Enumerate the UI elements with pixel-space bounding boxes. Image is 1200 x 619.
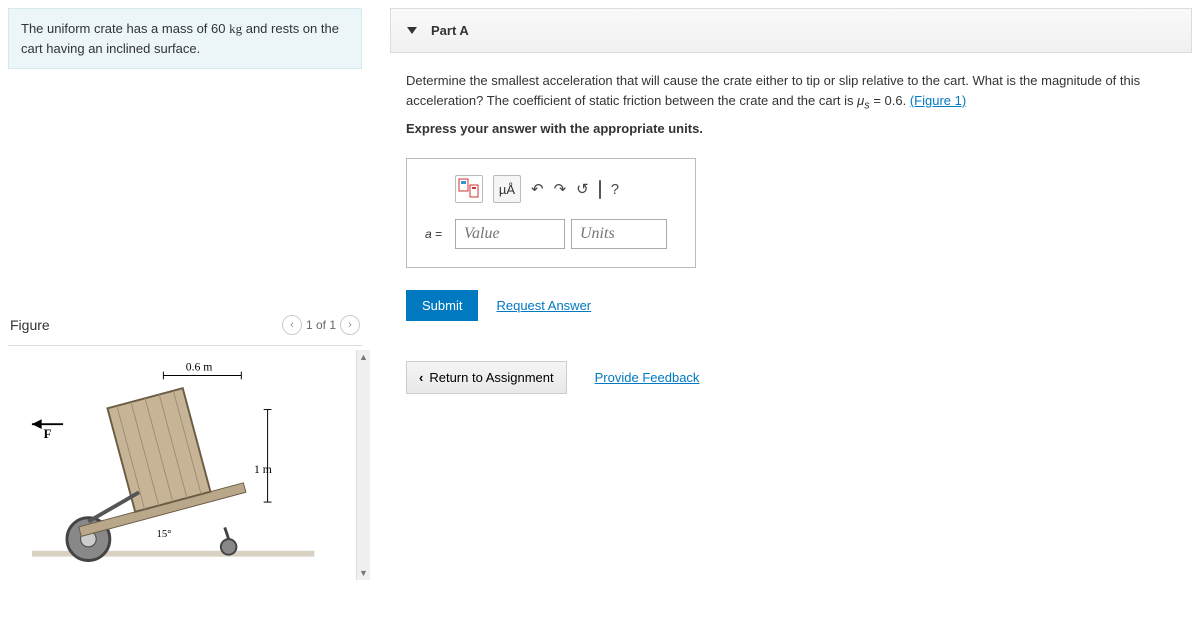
- dim-width: 0.6 m: [186, 361, 213, 374]
- part-a-header[interactable]: Part A: [390, 8, 1192, 53]
- template-icon: [458, 178, 480, 200]
- part-a-title: Part A: [431, 23, 469, 38]
- value-input[interactable]: [455, 219, 565, 249]
- chevron-left-icon: ‹: [419, 370, 423, 385]
- problem-unit: kg: [229, 21, 242, 36]
- figure-prev-button[interactable]: ‹: [282, 315, 302, 335]
- angle-label: 15°: [157, 528, 172, 540]
- mu-angstrom-label: µÅ: [499, 182, 515, 197]
- undo-icon[interactable]: ↶: [531, 180, 544, 198]
- express-hint: Express your answer with the appropriate…: [406, 121, 1176, 136]
- problem-statement: The uniform crate has a mass of 60 kg an…: [8, 8, 362, 69]
- help-icon[interactable]: ?: [611, 181, 619, 198]
- request-answer-link[interactable]: Request Answer: [496, 298, 591, 313]
- caret-down-icon: [407, 27, 417, 34]
- redo-icon[interactable]: ↷: [554, 180, 567, 198]
- figure-image: F 0.6 m 1 m 15°: [0, 350, 356, 580]
- dim-height: 1 m: [254, 463, 272, 476]
- submit-button[interactable]: Submit: [406, 290, 478, 321]
- provide-feedback-link[interactable]: Provide Feedback: [595, 370, 700, 385]
- scroll-up-icon[interactable]: ▲: [357, 350, 370, 364]
- figure-title: Figure: [10, 317, 50, 333]
- return-label: Return to Assignment: [429, 370, 553, 385]
- answer-box: µÅ ↶ ↷ ↺ ? a =: [406, 158, 696, 268]
- return-button[interactable]: ‹ Return to Assignment: [406, 361, 567, 394]
- equation-label: a =: [425, 227, 449, 241]
- figure-panel: Figure ‹ 1 of 1 ›: [0, 309, 370, 580]
- figure-scrollbar[interactable]: ▲ ▼: [356, 350, 370, 580]
- units-input[interactable]: [571, 219, 667, 249]
- figure-nav-text: 1 of 1: [306, 318, 336, 332]
- figure-next-button[interactable]: ›: [340, 315, 360, 335]
- reset-icon[interactable]: ↺: [576, 180, 589, 198]
- template-tool-button[interactable]: [455, 175, 483, 203]
- special-char-button[interactable]: µÅ: [493, 175, 521, 203]
- scroll-down-icon[interactable]: ▼: [357, 566, 370, 580]
- figure-link[interactable]: (Figure 1): [910, 93, 966, 108]
- question-text: Determine the smallest acceleration that…: [406, 71, 1176, 113]
- problem-text-pre: The uniform crate has a mass of 60: [21, 21, 229, 36]
- figure-nav: ‹ 1 of 1 ›: [282, 315, 360, 335]
- force-label: F: [44, 427, 52, 441]
- keyboard-icon[interactable]: [599, 181, 601, 198]
